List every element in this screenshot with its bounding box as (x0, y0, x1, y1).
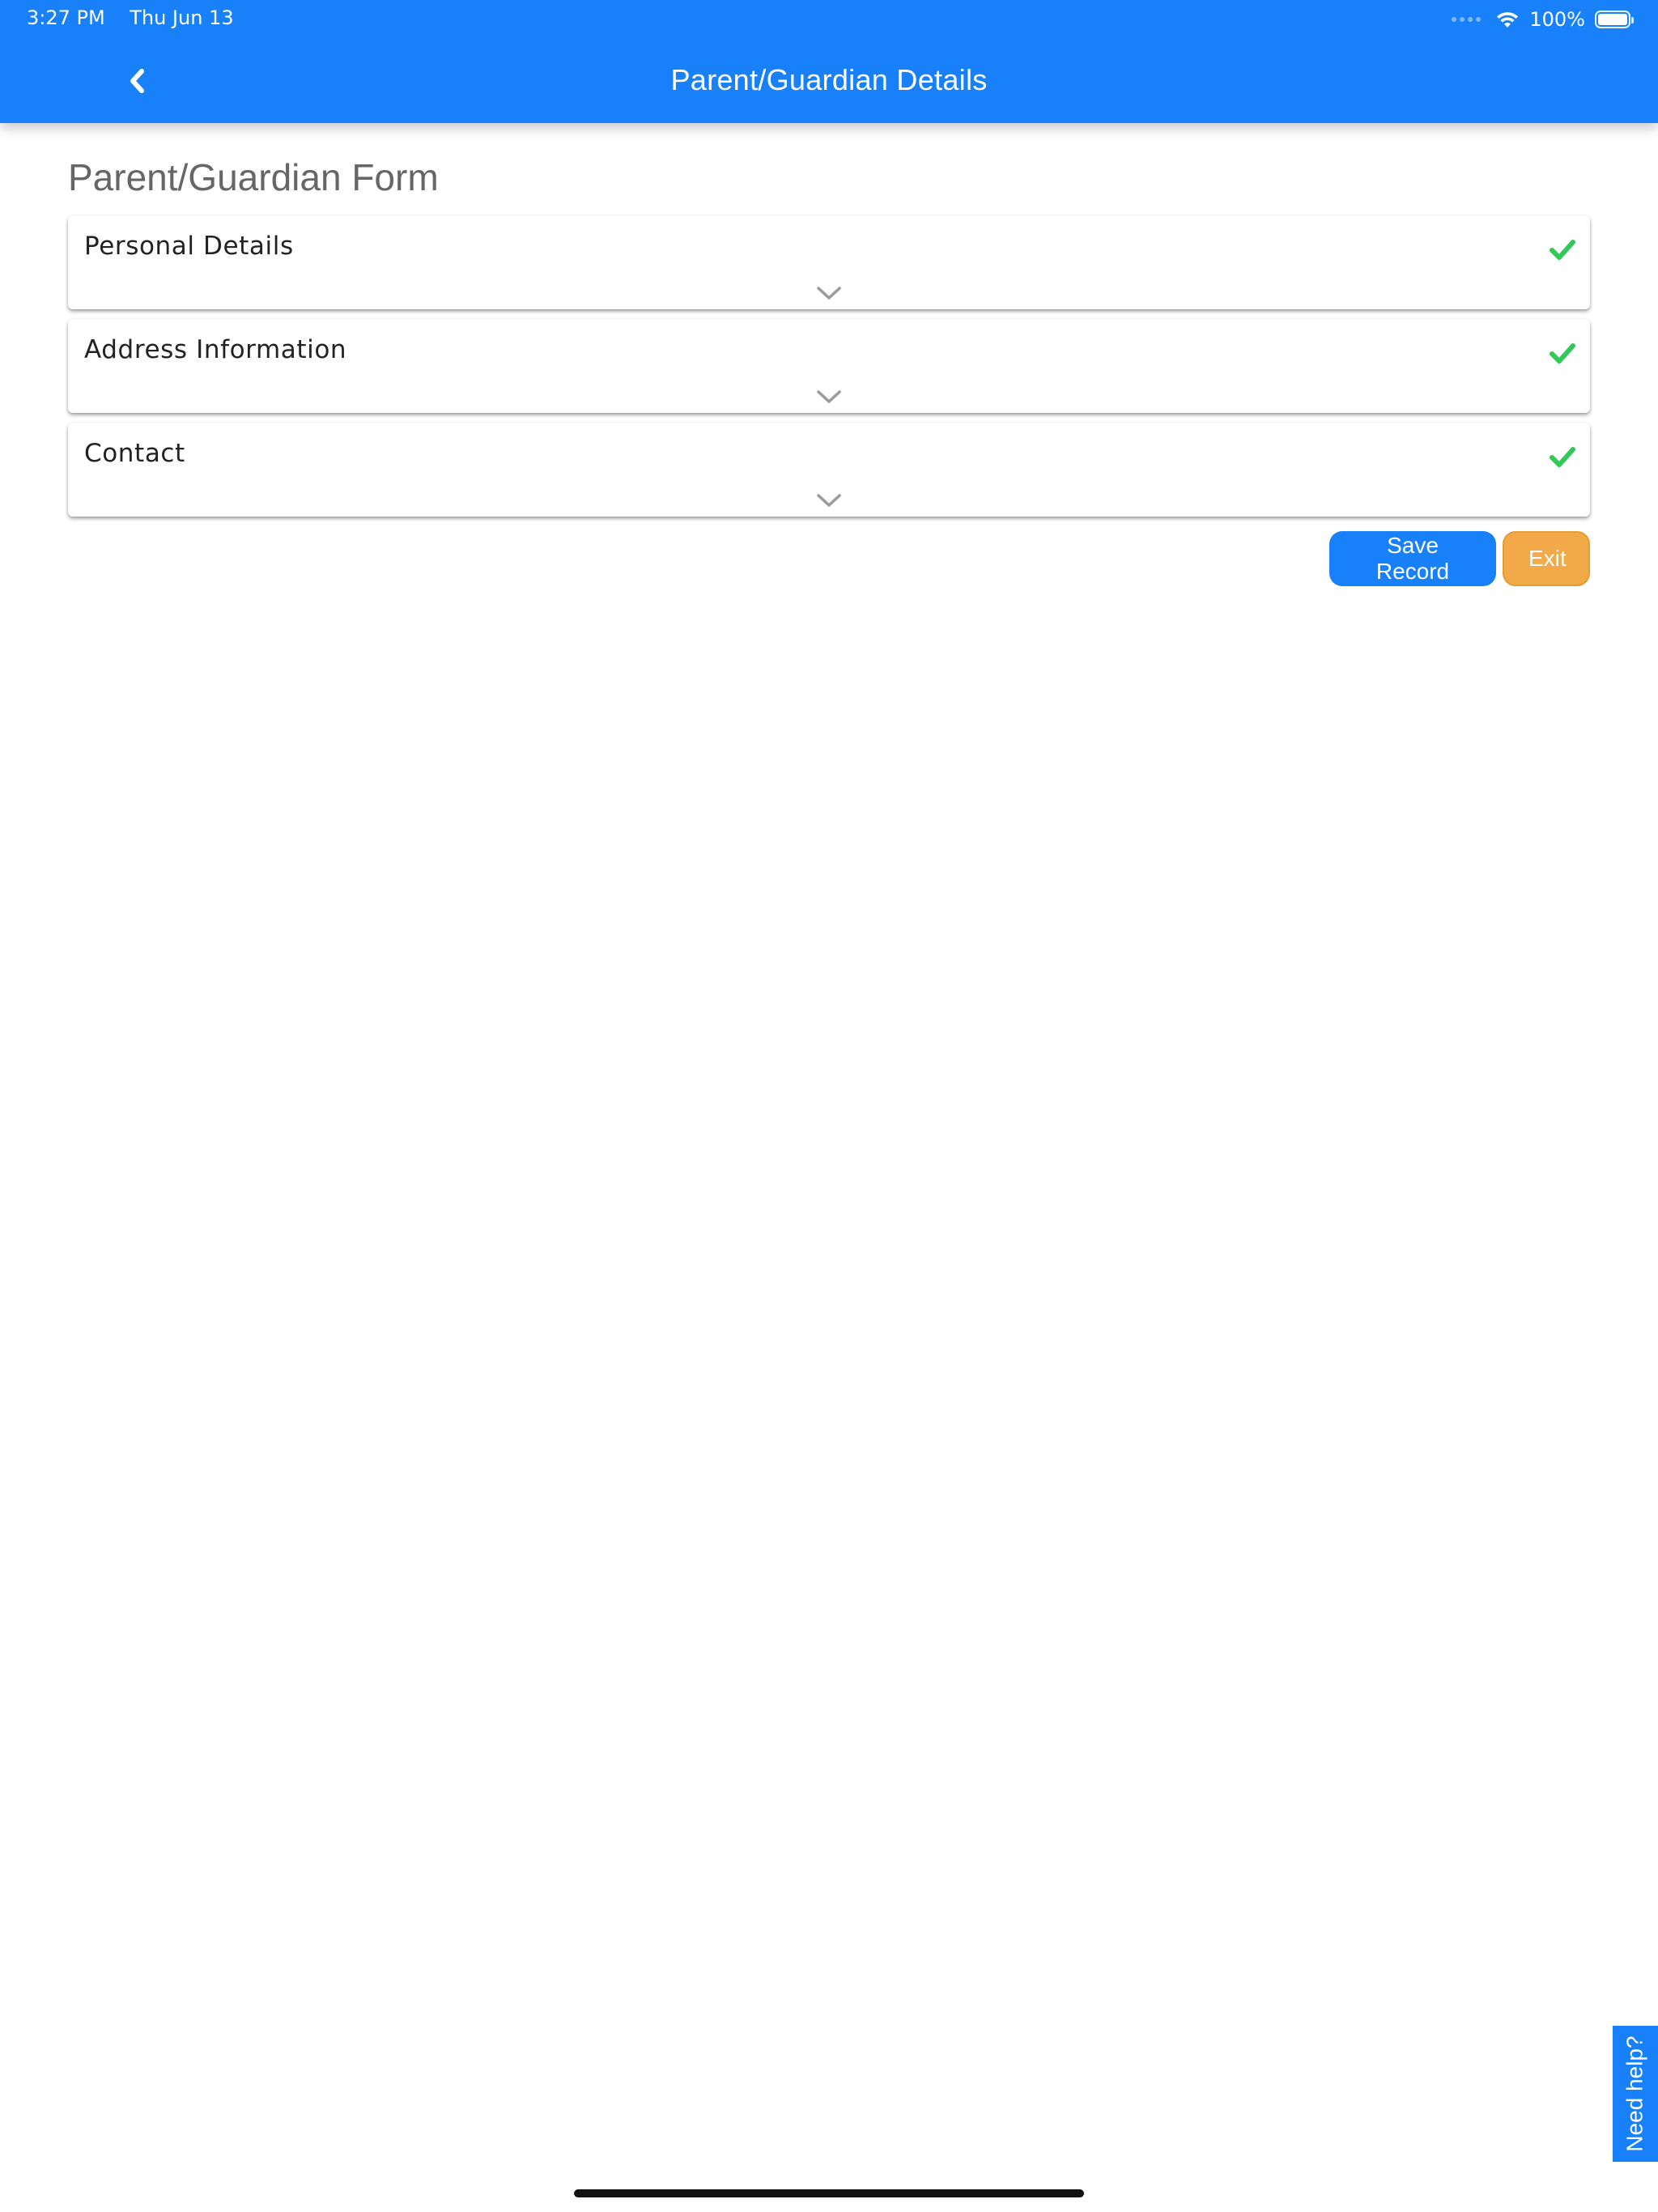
section-personal-details[interactable]: Personal Details (68, 215, 1590, 309)
section-title: Contact (84, 439, 185, 468)
chevron-down-icon (817, 494, 841, 507)
page-title: Parent/Guardian Details (670, 63, 988, 96)
battery-icon (1595, 11, 1634, 28)
check-icon (1550, 343, 1575, 364)
section-title: Personal Details (84, 232, 294, 261)
save-record-button[interactable]: Save Record (1329, 531, 1496, 586)
form-title: Parent/Guardian Form (68, 156, 439, 198)
check-icon (1550, 240, 1575, 260)
home-indicator[interactable] (574, 2189, 1084, 2197)
battery-fill (1598, 14, 1627, 25)
section-address-information[interactable]: Address Information (68, 319, 1590, 413)
chevron-down-icon (817, 390, 841, 403)
need-help-tab[interactable]: Need help? (1613, 2026, 1658, 2162)
battery-percent: 100% (1529, 8, 1585, 31)
wifi-icon (1497, 12, 1519, 28)
status-bar-indicators: 100% (1452, 6, 1634, 32)
app-header: 3:27 PM Thu Jun 13 100% Parent/Guardian … (0, 0, 1658, 123)
status-bar-time: 3:27 PM Thu Jun 13 (27, 6, 234, 29)
section-title: Address Information (84, 335, 347, 364)
app-screen: 3:27 PM Thu Jun 13 100% Parent/Guardian … (0, 0, 1658, 2212)
check-icon (1550, 447, 1575, 467)
signal-dots-icon (1452, 17, 1482, 22)
status-time: 3:27 PM (27, 6, 105, 29)
section-contact[interactable]: Contact (68, 423, 1590, 517)
need-help-label: Need help? (1622, 2035, 1648, 2152)
form-actions: Save Record Exit (1329, 531, 1590, 586)
exit-button[interactable]: Exit (1503, 531, 1590, 586)
chevron-down-icon (817, 287, 841, 300)
status-date: Thu Jun 13 (130, 6, 234, 29)
